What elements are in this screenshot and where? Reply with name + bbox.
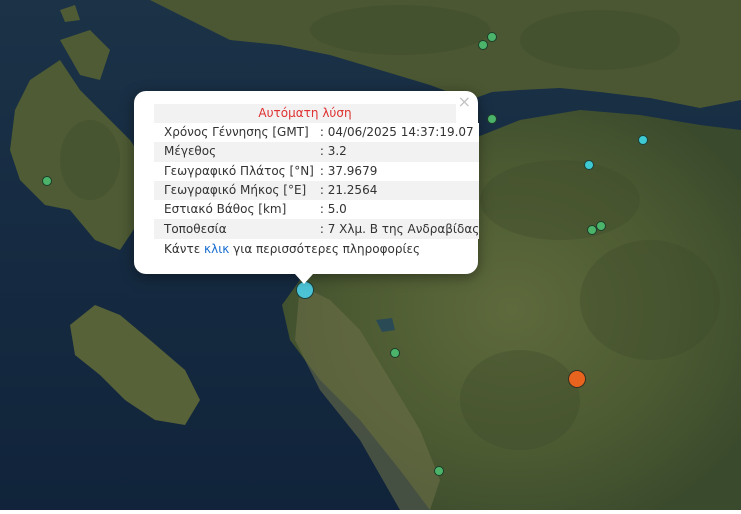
row-label: Γεωγραφικό Πλάτος [°N] — [154, 161, 314, 181]
row-value: : 21.2564 — [313, 180, 480, 201]
row-value: : 04/06/2025 14:37:19.07 — [313, 123, 480, 143]
row-value: : 7 Χλμ. Β της Ανδραβίδας — [313, 219, 480, 239]
table-row: Εστιακό Βάθος [km] : 5.0 — [154, 200, 480, 220]
earthquake-marker[interactable] — [487, 114, 497, 124]
earthquake-marker[interactable] — [596, 221, 606, 231]
row-label: Χρόνος Γέννησης [GMT] — [154, 123, 314, 143]
earthquake-marker-large[interactable] — [568, 370, 586, 388]
table-row: Τοποθεσία : 7 Χλμ. Β της Ανδραβίδας — [154, 219, 480, 239]
table-row: Χρόνος Γέννησης [GMT] : 04/06/2025 14:37… — [154, 123, 480, 143]
row-value: : 3.2 — [313, 142, 480, 162]
satellite-map[interactable]: × Αυτόματη λύση Χρόνος Γέννησης [GMT] : … — [0, 0, 741, 510]
row-label: Τοποθεσία — [154, 219, 314, 239]
close-icon[interactable]: × — [458, 93, 471, 111]
table-row: Γεωγραφικό Πλάτος [°N] : 37.9679 — [154, 161, 480, 181]
popup-tip — [295, 274, 313, 284]
row-label: Γεωγραφικό Μήκος [°E] — [154, 180, 314, 201]
more-info-text: Κάντε κλικ για περισσότερες πληροφορίες — [164, 242, 420, 256]
footer-suffix: για περισσότερες πληροφορίες — [233, 242, 421, 256]
table-row: Μέγεθος : 3.2 — [154, 142, 480, 162]
earthquake-marker[interactable] — [584, 160, 594, 170]
table-row: Γεωγραφικό Μήκος [°E] : 21.2564 — [154, 180, 480, 201]
earthquake-marker[interactable] — [434, 466, 444, 476]
more-info-link[interactable]: κλικ — [204, 242, 229, 256]
row-label: Μέγεθος — [154, 142, 314, 162]
earthquake-marker[interactable] — [42, 176, 52, 186]
earthquake-marker[interactable] — [638, 135, 648, 145]
earthquake-marker[interactable] — [478, 40, 488, 50]
earthquake-marker[interactable] — [390, 348, 400, 358]
earthquake-marker[interactable] — [487, 32, 497, 42]
footer-prefix: Κάντε — [164, 242, 201, 256]
popup-title: Αυτόματη λύση — [154, 104, 456, 123]
row-value: : 37.9679 — [313, 161, 480, 181]
row-value: : 5.0 — [313, 200, 480, 220]
row-label: Εστιακό Βάθος [km] — [154, 200, 314, 220]
earthquake-info-popup: × Αυτόματη λύση Χρόνος Γέννησης [GMT] : … — [134, 91, 480, 284]
details-table: Χρόνος Γέννησης [GMT] : 04/06/2025 14:37… — [154, 123, 480, 239]
